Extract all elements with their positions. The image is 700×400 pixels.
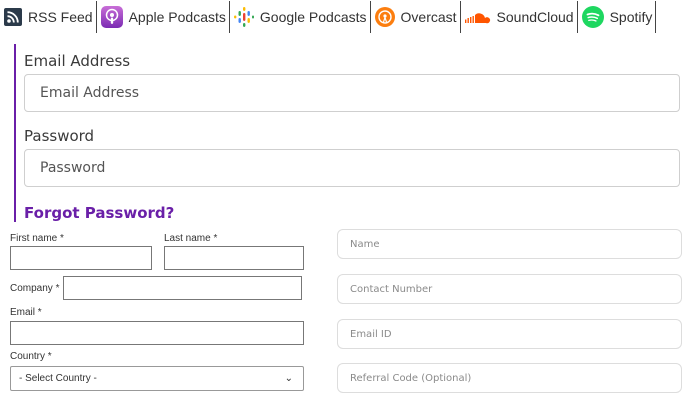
google-podcasts-icon: [233, 6, 254, 28]
apple-podcasts-icon: [100, 6, 123, 28]
email-address-input[interactable]: [24, 74, 680, 112]
soundcloud-link[interactable]: SoundCloud: [461, 0, 577, 34]
password-label: Password: [24, 127, 95, 145]
forgot-password-link[interactable]: Forgot Password?: [24, 204, 174, 222]
google-podcasts-link[interactable]: Google Podcasts: [230, 0, 370, 34]
login-form-accent-line: [14, 44, 16, 222]
rss-feed-link[interactable]: RSS Feed: [0, 0, 96, 34]
rss-icon: [4, 8, 22, 26]
overcast-link[interactable]: Overcast: [371, 0, 460, 34]
podcast-links-bar: RSS Feed Apple Podcasts Google Podcasts …: [0, 0, 668, 34]
apple-podcasts-label: Apple Podcasts: [128, 9, 226, 25]
apple-podcasts-link[interactable]: Apple Podcasts: [97, 0, 229, 34]
referral-code-input[interactable]: [337, 363, 682, 393]
email-id-input[interactable]: [337, 319, 682, 349]
email-address-label: Email Address: [24, 52, 131, 70]
first-name-label: First name *: [10, 233, 64, 244]
google-podcasts-label: Google Podcasts: [259, 9, 367, 25]
password-input[interactable]: [24, 149, 680, 187]
contact-number-input[interactable]: [337, 274, 682, 304]
last-name-input[interactable]: [164, 246, 304, 270]
spotify-link[interactable]: Spotify: [578, 0, 656, 34]
last-name-label: Last name *: [164, 233, 218, 244]
spotify-icon: [581, 6, 604, 28]
email-label: Email *: [10, 307, 42, 318]
soundcloud-label: SoundCloud: [496, 9, 574, 25]
country-selected-value: - Select Country -: [19, 373, 97, 384]
email-input[interactable]: [10, 321, 304, 345]
chevron-down-icon: ⌄: [284, 373, 293, 384]
first-name-input[interactable]: [10, 246, 152, 270]
name-input[interactable]: [337, 229, 682, 259]
company-label: Company *: [10, 283, 60, 294]
company-input[interactable]: [63, 276, 302, 300]
overcast-icon: [374, 7, 395, 27]
country-label: Country *: [10, 351, 52, 362]
overcast-label: Overcast: [400, 9, 457, 25]
country-select[interactable]: - Select Country - ⌄: [10, 366, 304, 391]
divider: [655, 1, 657, 33]
soundcloud-icon: [464, 10, 491, 24]
rss-feed-label: RSS Feed: [28, 9, 93, 25]
spotify-label: Spotify: [609, 9, 653, 25]
